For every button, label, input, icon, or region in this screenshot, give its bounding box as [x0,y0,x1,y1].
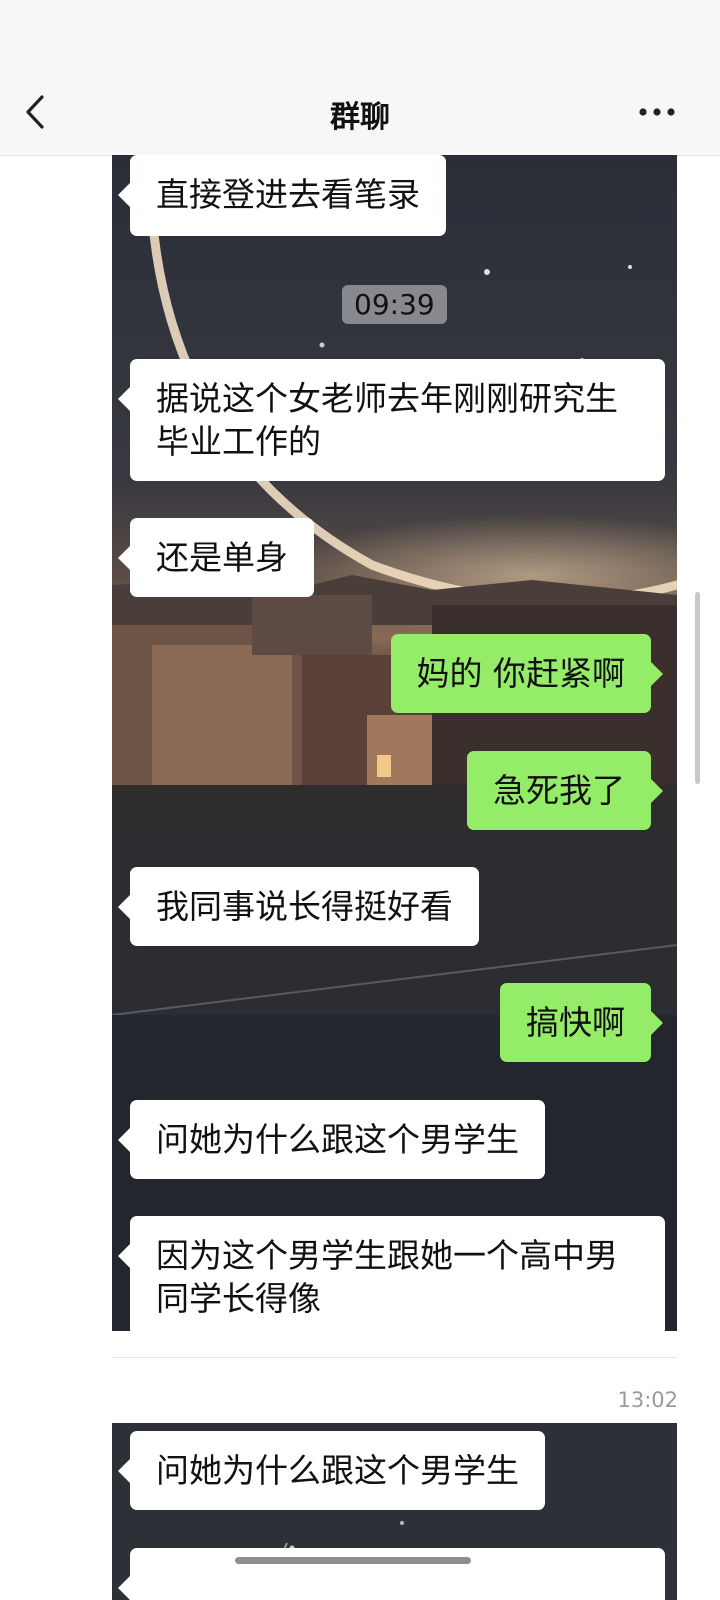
message-bubble[interactable]: 直接登进去看笔录 [118,155,446,236]
message-bubble[interactable]: 问她为什么跟这个男学生 [118,1100,545,1179]
chat-image-2[interactable]: 问她为什么跟这个男学生 [112,1423,677,1600]
top-bar: 群聊 [0,0,720,156]
message-bubble[interactable]: 急死我了 [467,751,663,830]
home-indicator[interactable] [235,1557,471,1564]
message-bubble[interactable]: 问她为什么跟这个男学生 [118,1431,545,1510]
message-time: 13:02 [617,1388,678,1412]
scrollbar-thumb[interactable] [695,592,700,784]
more-dots-icon[interactable] [637,104,677,120]
time-stamp: 09:39 [342,285,447,324]
message-bubble[interactable]: 因为这个男学生跟她一个高中男同学长得像 [118,1216,665,1331]
message-bubble [118,1548,665,1600]
message-bubble[interactable]: 据说这个女老师去年刚刚研究生毕业工作的 [118,359,665,481]
chat-image-1[interactable]: 直接登进去看笔录 09:39 据说这个女老师去年刚刚研究生毕业工作的 还是单身 … [112,155,677,1331]
message-bubble[interactable]: 妈的 你赶紧啊 [390,634,663,713]
divider [112,1357,677,1358]
message-bubble[interactable]: 搞快啊 [500,983,663,1062]
message-bubble[interactable]: 还是单身 [118,518,314,597]
chat-title: 群聊 [330,100,390,135]
message-bubble[interactable]: 我同事说长得挺好看 [118,867,479,946]
